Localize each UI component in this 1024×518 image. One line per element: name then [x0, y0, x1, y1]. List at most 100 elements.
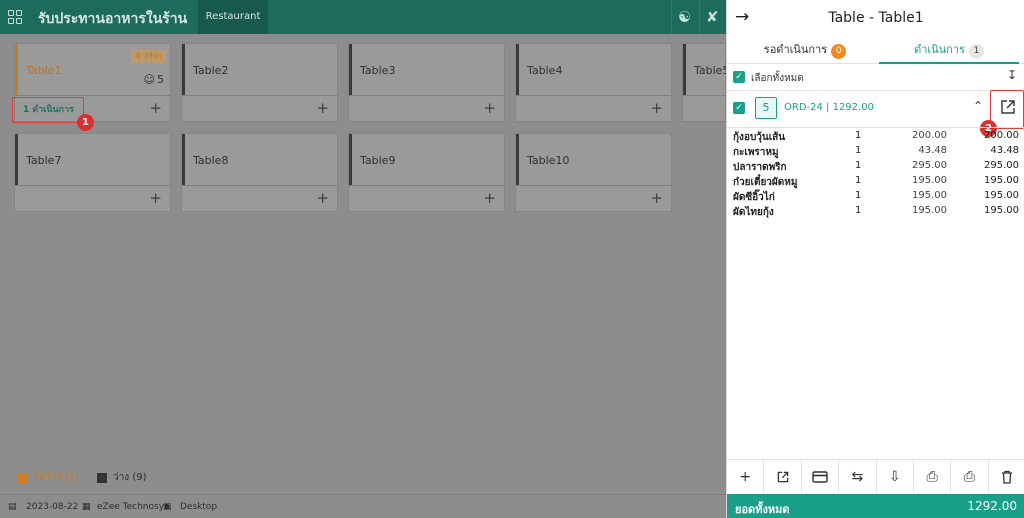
table-name: Table1	[26, 64, 62, 77]
floor-view: รับประทานอาหารในร้าน Restaurant ☯ ✘ Tabl…	[0, 0, 730, 518]
time-badge: 4 Min	[130, 50, 166, 63]
total-bar: ยอดทั้งหมด 1292.00	[727, 494, 1024, 518]
table-card-footer	[683, 95, 726, 121]
footer-date: 2023-08-22	[26, 502, 79, 512]
person-icon: ☺	[143, 73, 155, 86]
download-icon[interactable]: ⇩	[877, 460, 914, 493]
dish-icon[interactable]: ☯	[678, 8, 691, 26]
total-label: ยอดทั้งหมด	[735, 503, 790, 516]
delete-icon[interactable]	[989, 460, 1024, 493]
table-card-table7[interactable]: Table7 +	[14, 133, 171, 212]
add-order-button[interactable]: +	[483, 189, 496, 207]
table-card-table9[interactable]: Table9 +	[348, 133, 505, 212]
list-item: ผัดซีอิ๊วไก่ 1 195.00 195.00	[733, 190, 1019, 203]
select-all-checkbox[interactable]: ✓	[733, 71, 745, 83]
list-item: กะเพราหมู 1 43.48 43.48	[733, 145, 1019, 158]
footer-company: eZee Technosys	[97, 502, 169, 512]
table-card-footer: +	[349, 185, 504, 211]
print-icon[interactable]: ⎙	[914, 460, 952, 493]
order-panel: → Table - Table1 รอดำเนินการ 0 ดำเนินการ 1…	[726, 0, 1024, 518]
table-card-footer: +	[182, 95, 337, 121]
legend-occupied: ไม่ว่าง (1)	[34, 472, 80, 483]
transfer-icon[interactable]: ⇆	[839, 460, 877, 493]
table-card-body[interactable]: Table2	[182, 44, 337, 95]
table-card-table5[interactable]: Table5	[682, 43, 730, 122]
add-icon[interactable]: +	[727, 460, 765, 493]
table-name: Table2	[193, 64, 229, 77]
panel-title: Table - Table1	[828, 10, 924, 26]
table-name: Table3	[360, 64, 396, 77]
table-card-table8[interactable]: Table8 +	[181, 133, 338, 212]
monitor-icon: ▣	[163, 502, 172, 512]
highlight-box-1	[12, 97, 84, 123]
order-tabs: รอดำเนินการ 0 ดำเนินการ 1	[727, 38, 1024, 64]
list-item: กุ้งอบวุ้นเส้น 1 200.00 200.00	[733, 130, 1019, 143]
occupied-swatch	[18, 472, 28, 483]
action-bar: + ⇆ ⇩ ⎙ ⎙	[727, 459, 1024, 493]
panel-header: → Table - Table1	[727, 0, 1024, 38]
toolbar-divider	[699, 0, 700, 34]
table-card-table10[interactable]: Table10 +	[515, 133, 672, 212]
calendar-icon: ▤	[8, 502, 17, 512]
add-order-button[interactable]: +	[650, 189, 663, 207]
table-card-table2[interactable]: Table2 +	[181, 43, 338, 122]
top-bar: รับประทานอาหารในร้าน Restaurant ☯ ✘	[0, 0, 726, 34]
add-order-button[interactable]: +	[483, 99, 496, 117]
table-card-footer: +	[516, 185, 671, 211]
add-order-button[interactable]: +	[650, 99, 663, 117]
building-icon: ▦	[82, 502, 91, 512]
table-card-footer: +	[15, 185, 170, 211]
cutlery-icon[interactable]: ✘	[706, 8, 719, 26]
table-name: Table5	[694, 64, 730, 77]
table-card-body[interactable]: Table3	[349, 44, 504, 95]
app-title: รับประทานอาหารในร้าน	[38, 11, 188, 27]
running-count-badge: 1	[968, 44, 984, 59]
table-name: Table4	[527, 64, 563, 77]
select-all-row: ✓ เลือกทั้งหมด ↧	[733, 68, 1019, 86]
chevron-up-icon[interactable]: ⌃	[973, 99, 983, 113]
divider	[727, 127, 1024, 128]
table-name: Table8	[193, 154, 229, 167]
total-value: 1292.00	[967, 499, 1017, 513]
table-card-footer: +	[349, 95, 504, 121]
free-swatch	[97, 472, 108, 483]
tab-pending[interactable]: รอดำเนินการ 0	[735, 38, 875, 64]
table-card-footer: +	[516, 95, 671, 121]
order-items: กุ้งอบวุ้นเส้น 1 200.00 200.00 กะเพราหมู 1 43…	[733, 129, 1019, 219]
table-card-table4[interactable]: Table4 +	[515, 43, 672, 122]
expand-all-icon[interactable]: ↧	[1007, 68, 1017, 82]
table-name: Table9	[360, 154, 396, 167]
legend-free: ว่าง (9)	[113, 472, 147, 483]
add-order-button[interactable]: +	[316, 189, 329, 207]
list-item: ก๋วยเตี๋ยวผัดหมู 1 195.00 195.00	[733, 175, 1019, 188]
table-card-body[interactable]: Table4	[516, 44, 671, 95]
add-order-button[interactable]: +	[149, 99, 162, 117]
order-id[interactable]: ORD-24 | 1292.00	[784, 102, 874, 113]
add-order-button[interactable]: +	[316, 99, 329, 117]
print-settings-icon[interactable]: ⎙	[951, 460, 989, 493]
tab-running[interactable]: ดำเนินการ 1	[879, 38, 1019, 64]
table-card-body[interactable]: Table1 4 Min ☺ 5	[15, 44, 170, 95]
table-card-body[interactable]: Table7	[15, 134, 170, 185]
open-external-icon[interactable]	[764, 460, 802, 493]
order-checkbox[interactable]: ✓	[733, 102, 745, 114]
tab-restaurant[interactable]: Restaurant	[198, 0, 268, 34]
list-item: ผัดไทยกุ้ง 1 195.00 195.00	[733, 205, 1019, 218]
pending-count-badge: 0	[831, 44, 847, 59]
table-card-body[interactable]: Table5	[683, 44, 730, 95]
guest-count: ☺ 5	[143, 73, 164, 86]
apps-grid-icon[interactable]	[8, 10, 22, 24]
payment-card-icon[interactable]	[802, 460, 840, 493]
divider	[727, 90, 1024, 91]
status-footer: ▤ 2023-08-22 ▦ eZee Technosys ▣ Desktop	[0, 494, 726, 518]
legend: ไม่ว่าง (1) ว่าง (9)	[18, 470, 147, 485]
order-guest-count: 5	[755, 97, 777, 119]
table-card-body[interactable]: Table8	[182, 134, 337, 185]
table-name: Table7	[26, 154, 62, 167]
table-card-footer: +	[182, 185, 337, 211]
toolbar-divider	[671, 0, 672, 34]
add-order-button[interactable]: +	[149, 189, 162, 207]
table-card-body[interactable]: Table9	[349, 134, 504, 185]
table-card-body[interactable]: Table10	[516, 134, 671, 185]
table-card-table3[interactable]: Table3 +	[348, 43, 505, 122]
